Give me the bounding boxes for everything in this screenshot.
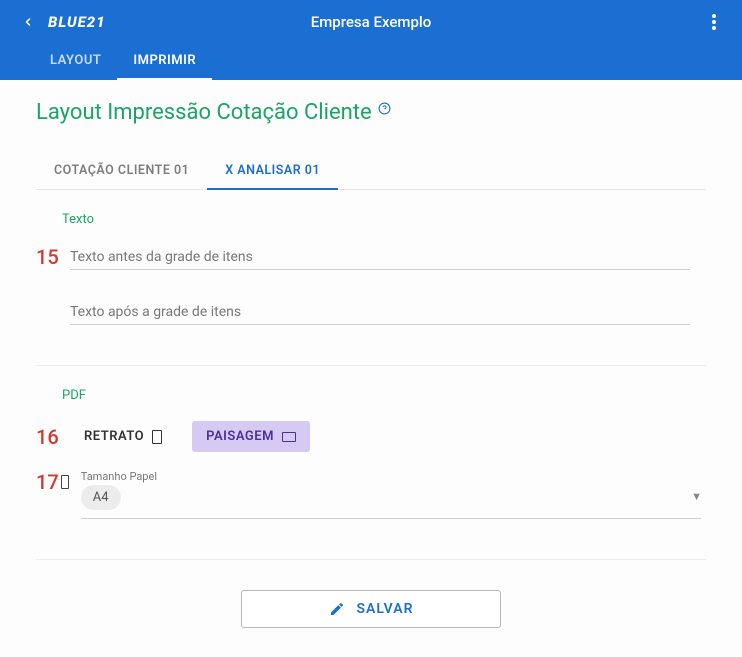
step-number-16: 16 [36, 425, 58, 449]
step-number-17: 17 [36, 470, 69, 494]
logo: BLUE21 [48, 13, 106, 31]
texto-fields [70, 245, 706, 325]
section-texto: Texto 15 [36, 212, 706, 366]
app-title: Empresa Exemplo [0, 13, 742, 31]
top-tab-row: LAYOUT IMPRIMIR [0, 44, 742, 80]
orientation-group: RETRATO PAISAGEM [70, 421, 310, 452]
chevron-left-icon [22, 16, 34, 28]
landscape-icon [282, 432, 296, 442]
orientation-landscape-label: PAISAGEM [206, 429, 274, 444]
row-texto: 15 [36, 245, 706, 325]
row-orientation: 16 RETRATO PAISAGEM [36, 421, 706, 452]
back-button[interactable] [16, 10, 40, 34]
subtab-analisar-01[interactable]: X ANALISAR 01 [207, 153, 338, 190]
more-button[interactable] [702, 10, 726, 34]
orientation-landscape-button[interactable]: PAISAGEM [192, 421, 310, 452]
section-texto-label: Texto [62, 212, 706, 227]
app-bar: BLUE21 Empresa Exemplo LAYOUT IMPRIMIR [0, 0, 742, 80]
save-button[interactable]: SALVAR [241, 590, 501, 628]
paper-size-label: Tamanho Papel [81, 470, 701, 483]
paper-size-value: A4 [81, 485, 121, 510]
texto-apos-input[interactable] [70, 300, 690, 325]
paper-rect-icon [61, 475, 69, 489]
portrait-icon [152, 430, 162, 444]
pencil-icon [329, 601, 345, 617]
section-pdf: PDF 16 RETRATO PAISAGEM 17 T [36, 388, 706, 560]
texto-antes-input[interactable] [70, 245, 690, 270]
sub-tab-row: COTAÇÃO CLIENTE 01 X ANALISAR 01 [36, 153, 706, 190]
content: Layout Impressão Cotação Cliente COTAÇÃO… [0, 80, 742, 648]
section-pdf-label: PDF [62, 388, 706, 403]
orientation-portrait-label: RETRATO [84, 429, 144, 444]
more-vert-icon [712, 14, 716, 30]
app-bar-top: BLUE21 Empresa Exemplo [0, 0, 742, 44]
help-icon[interactable] [378, 102, 391, 115]
subtab-cotacao-cliente-01[interactable]: COTAÇÃO CLIENTE 01 [36, 153, 207, 189]
chevron-down-icon: ▼ [691, 490, 702, 503]
page-title-wrap: Layout Impressão Cotação Cliente [36, 100, 706, 125]
paper-size-select[interactable]: Tamanho Papel A4 ▼ [81, 470, 706, 519]
page-title: Layout Impressão Cotação Cliente [36, 100, 372, 125]
tab-imprimir[interactable]: IMPRIMIR [117, 44, 212, 80]
tab-layout[interactable]: LAYOUT [34, 44, 117, 80]
save-button-label: SALVAR [357, 601, 414, 617]
row-paper: 17 Tamanho Papel A4 ▼ [36, 470, 706, 519]
step-number-15: 15 [36, 245, 58, 269]
orientation-portrait-button[interactable]: RETRATO [70, 421, 176, 452]
save-wrap: SALVAR [36, 590, 706, 628]
